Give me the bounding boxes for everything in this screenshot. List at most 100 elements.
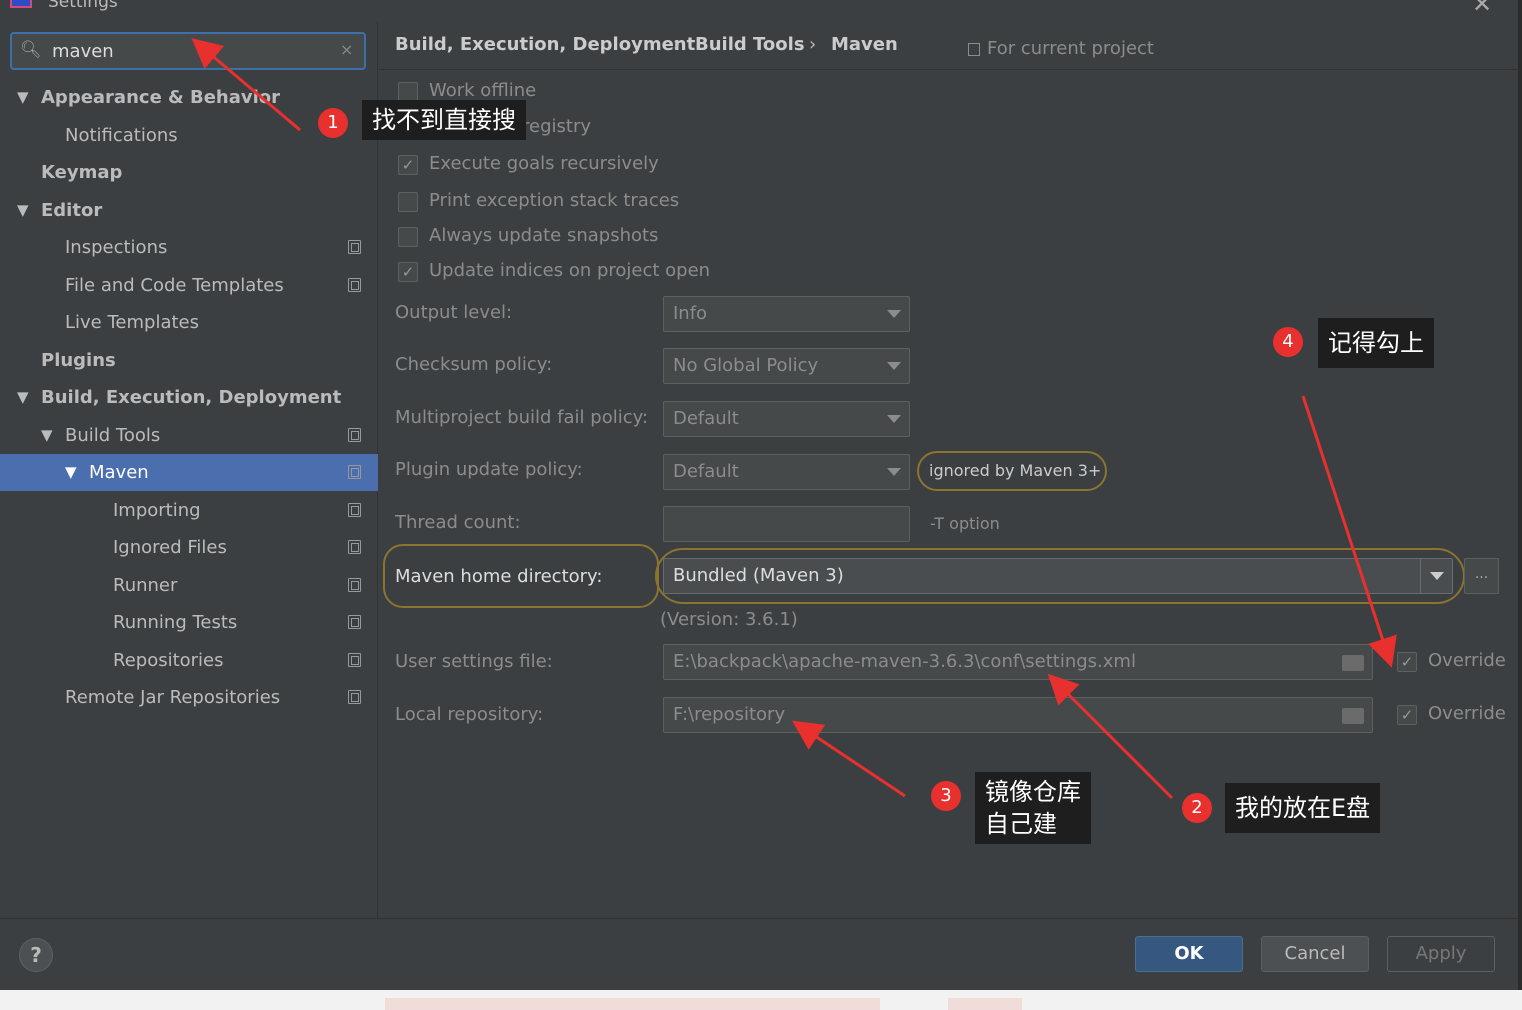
sidebar-item-label: Ignored Files <box>113 537 227 558</box>
local-repo-label: Local repository: <box>395 704 544 725</box>
dropdown-button[interactable] <box>1420 559 1452 593</box>
sidebar-item-repositories[interactable]: Repositories <box>0 642 378 679</box>
sidebar-item-appearance-behavior[interactable]: ▼ Appearance & Behavior <box>0 79 378 116</box>
local-repo-field[interactable]: F:\repository <box>663 697 1373 733</box>
project-scope-icon <box>348 540 361 554</box>
project-scope-icon <box>348 578 361 592</box>
checkbox-checked-icon[interactable]: ✓ <box>398 262 418 282</box>
sidebar-item-file-and-code-templates[interactable]: File and Code Templates <box>0 267 378 304</box>
sidebar-item-running-tests[interactable]: Running Tests <box>0 604 378 641</box>
maven-home-select[interactable]: Bundled (Maven 3) <box>663 558 1453 594</box>
expand-arrow-icon[interactable]: ▼ <box>17 79 29 116</box>
window-title: Settings <box>48 0 118 12</box>
breadcrumb-separator: › <box>673 34 681 55</box>
breadcrumb-item[interactable]: Build, Execution, Deployment <box>395 34 695 55</box>
chevron-down-icon <box>1430 572 1444 580</box>
project-scope-icon <box>348 465 361 479</box>
sidebar-item-label: Build Tools <box>65 425 161 446</box>
sidebar-item-label: Remote Jar Repositories <box>65 687 281 708</box>
search-box[interactable]: 🔍︎ × <box>10 32 366 70</box>
search-input[interactable] <box>52 38 332 64</box>
checkbox-label: Print exception stack traces <box>429 190 680 211</box>
sidebar-item-label: Inspections <box>65 237 168 258</box>
plugin-update-policy-select[interactable]: Default <box>663 454 910 490</box>
sidebar-item-label: File and Code Templates <box>65 275 284 296</box>
checksum-policy-select[interactable]: No Global Policy <box>663 348 910 384</box>
project-scope-icon <box>348 503 361 517</box>
maven-home-label: Maven home directory: <box>395 566 603 587</box>
multiproject-policy-value: Default <box>673 408 739 429</box>
checkbox-unchecked-icon[interactable] <box>398 192 418 212</box>
chevron-down-icon <box>887 415 901 423</box>
sidebar-item-runner[interactable]: Runner <box>0 567 378 604</box>
multiproject-policy-select[interactable]: Default <box>663 401 910 437</box>
sidebar-item-keymap[interactable]: Keymap <box>0 154 378 191</box>
checkbox-unchecked-icon[interactable] <box>398 227 418 247</box>
sidebar-item-label: Running Tests <box>113 612 238 633</box>
user-settings-field[interactable]: E:\backpack\apache-maven-3.6.3\conf\sett… <box>663 644 1373 680</box>
sidebar-item-editor[interactable]: ▼ Editor <box>0 192 378 229</box>
sidebar-item-label: Editor <box>41 200 103 221</box>
thread-count-note: -T option <box>930 514 1000 533</box>
help-button[interactable]: ? <box>19 938 53 972</box>
browse-button[interactable]: ... <box>1464 558 1499 594</box>
sidebar-item-importing[interactable]: Importing <box>0 492 378 529</box>
thread-count-input[interactable] <box>663 506 910 542</box>
checkbox-label: Update indices on project open <box>429 260 711 281</box>
annotation-line: 自己建 <box>985 810 1057 838</box>
sidebar-item-label: Live Templates <box>65 312 199 333</box>
close-icon[interactable]: ✕ <box>1472 0 1492 18</box>
checkbox-label: Work offline <box>429 80 537 101</box>
app-logo-icon <box>10 0 32 8</box>
sidebar-item-label: Keymap <box>41 162 123 183</box>
sidebar-item-ignored-files[interactable]: Ignored Files <box>0 529 378 566</box>
folder-icon[interactable] <box>1342 655 1364 671</box>
sidebar-item-live-templates[interactable]: Live Templates <box>0 304 378 341</box>
expand-arrow-icon[interactable]: ▼ <box>41 417 53 454</box>
project-scope-icon <box>348 240 361 254</box>
breadcrumb: Build, Execution, Deployment › Build Too… <box>379 22 1518 70</box>
sidebar-item-build-tools[interactable]: ▼ Build Tools <box>0 417 378 454</box>
search-icon: 🔍︎ <box>20 40 42 60</box>
background-segment <box>948 998 1022 1010</box>
project-scope-icon <box>348 278 361 292</box>
checkbox-checked-icon[interactable]: ✓ <box>1397 652 1417 672</box>
sidebar-item-plugins[interactable]: Plugins <box>0 342 378 379</box>
folder-icon[interactable] <box>1342 708 1364 724</box>
checkbox-label: registry <box>522 116 591 137</box>
chevron-down-icon <box>887 362 901 370</box>
sidebar-item-label: Importing <box>113 500 201 521</box>
clear-icon[interactable]: × <box>340 40 353 59</box>
annotation-number: 2 <box>1182 793 1212 823</box>
sidebar-item-build-execution-deployment[interactable]: ▼ Build, Execution, Deployment <box>0 379 378 416</box>
expand-arrow-icon[interactable]: ▼ <box>17 192 29 229</box>
checkbox-checked-icon[interactable]: ✓ <box>1397 705 1417 725</box>
annotation-note: 我的放在E盘 <box>1225 783 1381 833</box>
output-level-value: Info <box>673 303 708 324</box>
user-settings-value: E:\backpack\apache-maven-3.6.3\conf\sett… <box>673 651 1136 672</box>
annotation-note: 找不到直接搜 <box>362 100 526 140</box>
annotation-number: 1 <box>318 108 348 138</box>
sidebar-item-label: Notifications <box>65 125 178 146</box>
sidebar-item-inspections[interactable]: Inspections <box>0 229 378 266</box>
sidebar-item-remote-jar-repositories[interactable]: Remote Jar Repositories <box>0 679 378 716</box>
ok-button[interactable]: OK <box>1135 936 1243 972</box>
breadcrumb-item: Maven <box>831 34 898 55</box>
sidebar-item-label: Appearance & Behavior <box>41 87 281 108</box>
output-level-select[interactable]: Info <box>663 296 910 332</box>
breadcrumb-item[interactable]: Build Tools <box>695 34 805 55</box>
project-scope-label: For current project <box>987 38 1154 59</box>
apply-button[interactable]: Apply <box>1387 936 1495 972</box>
expand-arrow-icon[interactable]: ▼ <box>65 454 77 491</box>
checkbox-label: Execute goals recursively <box>429 153 659 174</box>
plugin-update-policy-label: Plugin update policy: <box>395 459 583 480</box>
project-scope-icon <box>968 43 980 56</box>
cancel-button[interactable]: Cancel <box>1261 936 1369 972</box>
project-scope-icon <box>348 690 361 704</box>
checkbox-checked-icon[interactable]: ✓ <box>398 155 418 175</box>
checkbox-unchecked-icon[interactable] <box>398 82 418 102</box>
sidebar-item-maven[interactable]: ▼ Maven <box>0 454 378 491</box>
chevron-down-icon <box>887 310 901 318</box>
annotation-line: 镜像仓库 <box>985 778 1081 806</box>
expand-arrow-icon[interactable]: ▼ <box>17 379 29 416</box>
